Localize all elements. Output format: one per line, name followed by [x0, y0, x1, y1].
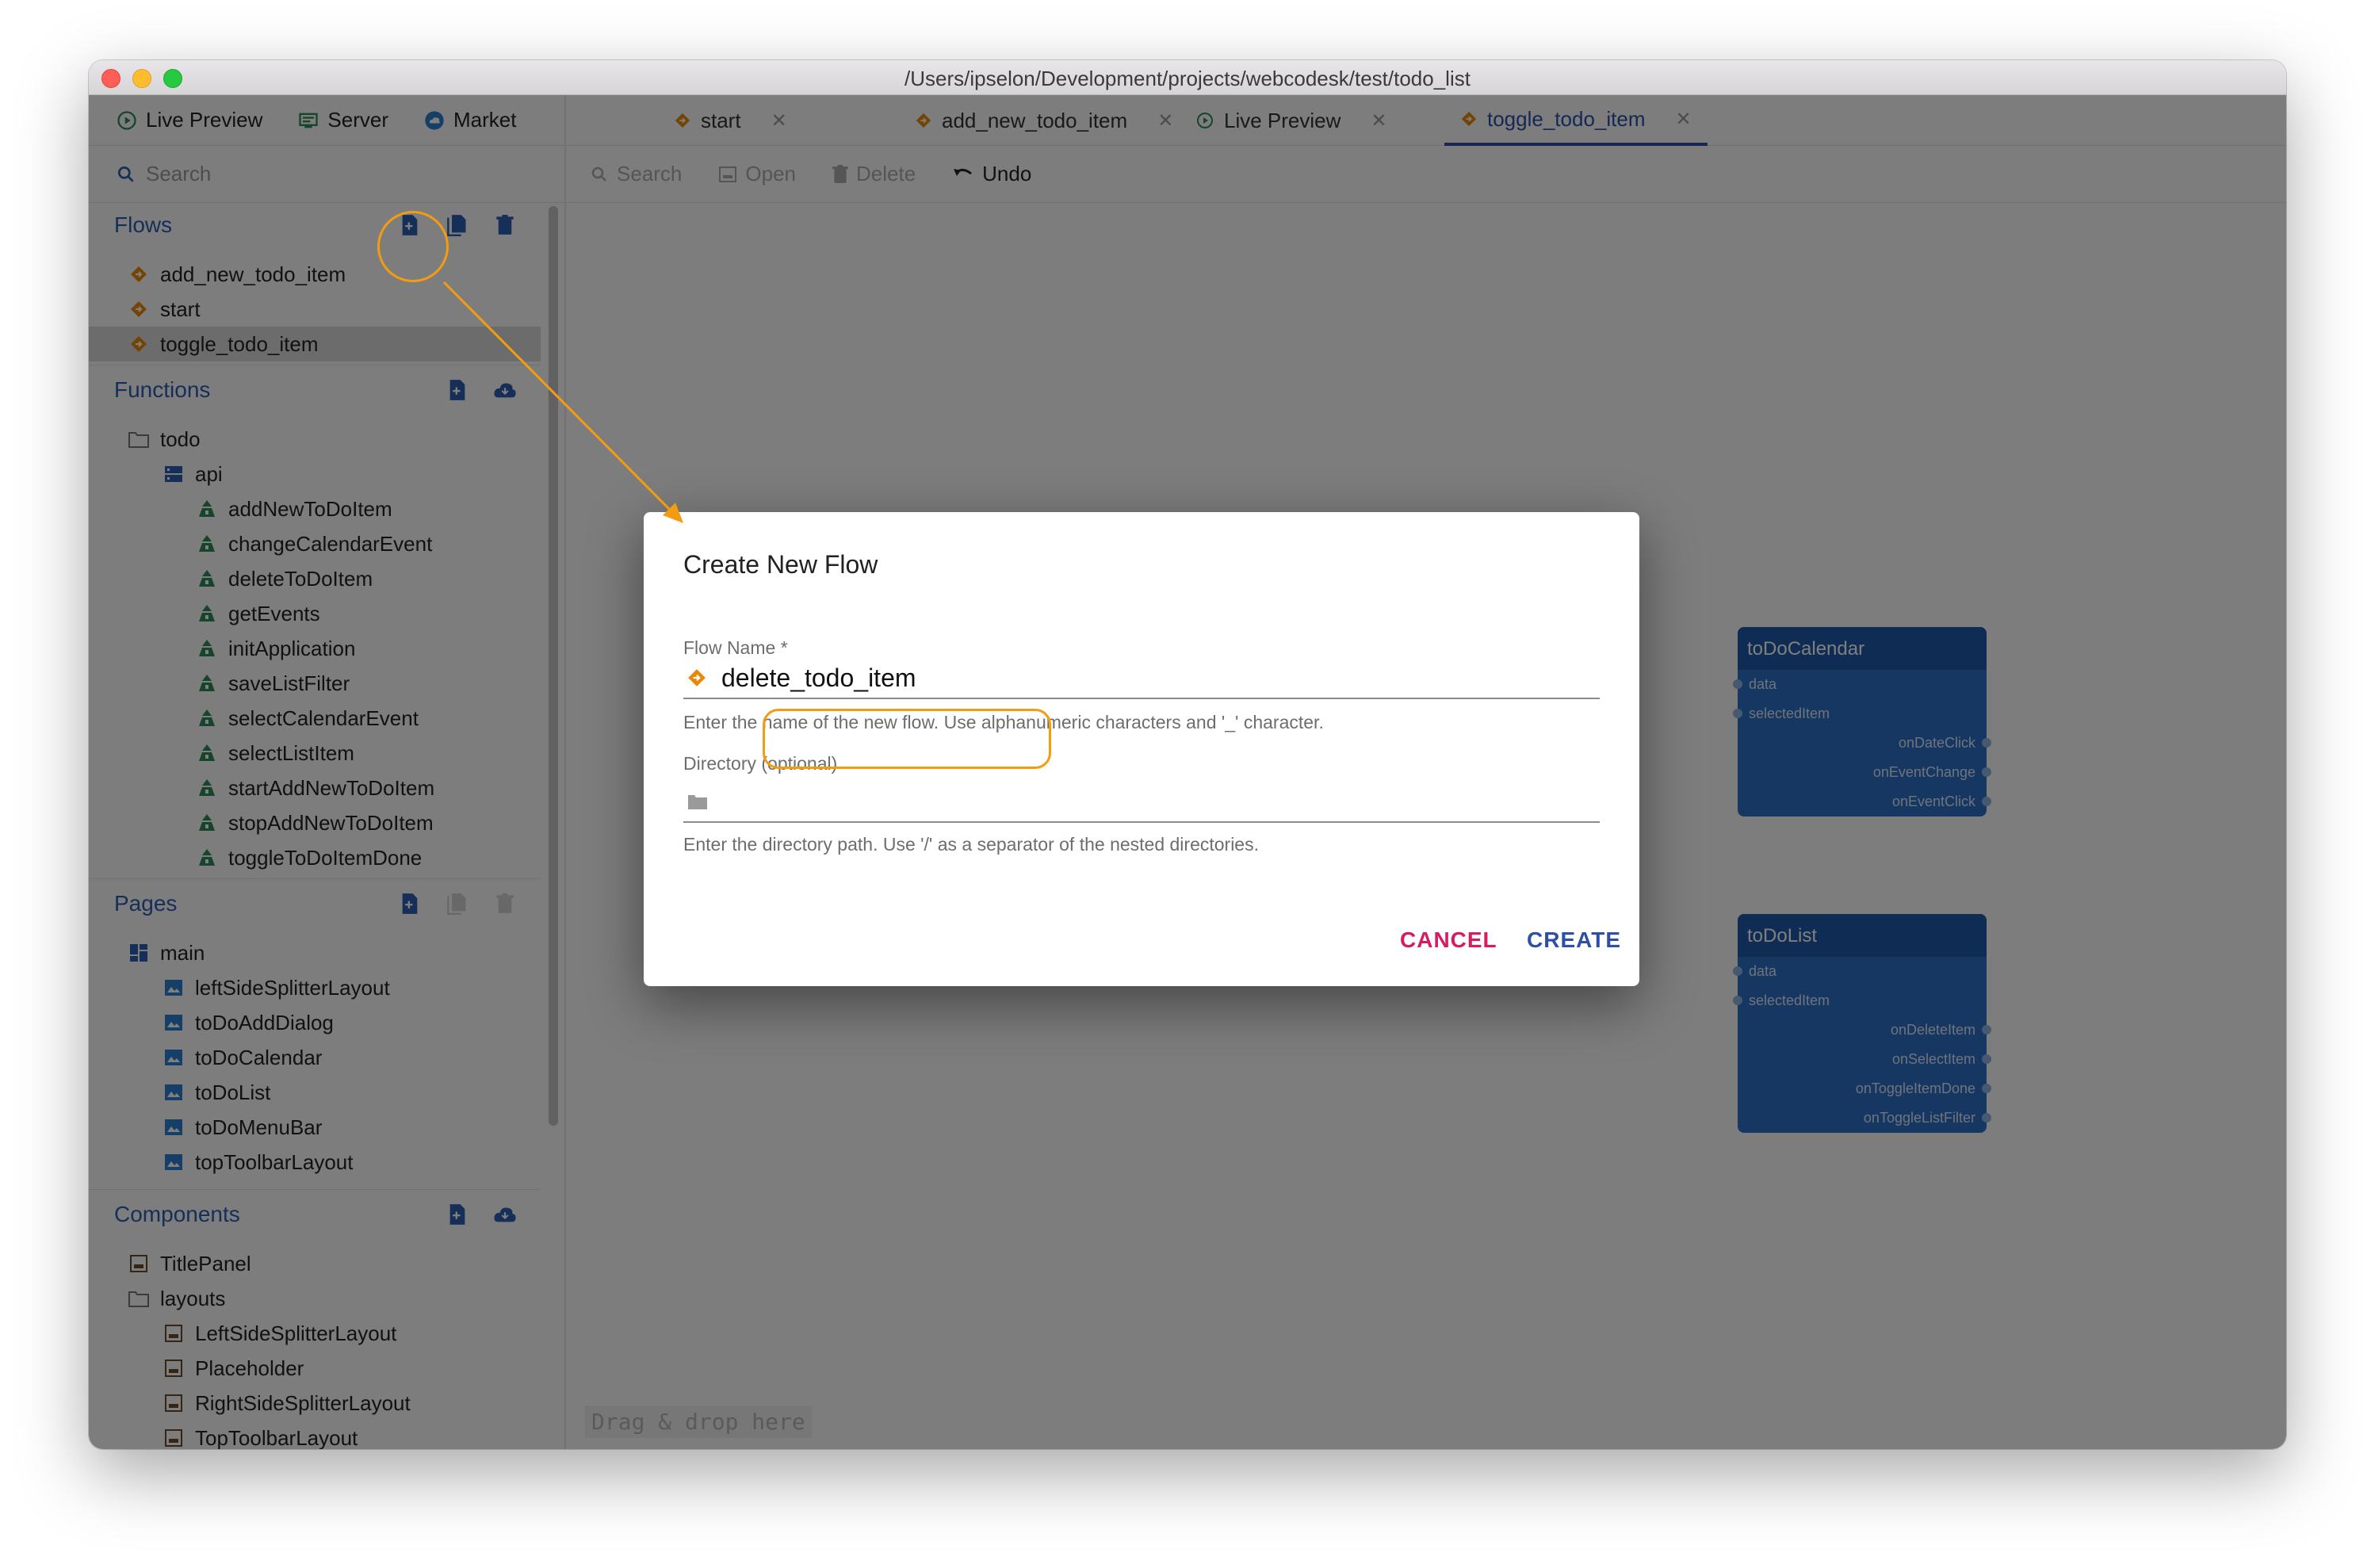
flow-name-label: Flow Name * — [683, 637, 788, 658]
directory-input[interactable] — [723, 786, 1516, 817]
flow-name-field[interactable] — [683, 658, 1600, 699]
title-bar: /Users/ipselon/Development/projects/webc… — [89, 60, 2286, 95]
folder-icon — [688, 795, 707, 809]
cancel-button[interactable]: CANCEL — [1400, 927, 1497, 953]
annotation-circle — [377, 211, 449, 282]
flow-icon — [688, 669, 706, 686]
window-title: /Users/ipselon/Development/projects/webc… — [904, 67, 1471, 90]
directory-field[interactable] — [683, 782, 1600, 823]
create-button[interactable]: CREATE — [1527, 927, 1621, 953]
dialog-title: Create New Flow — [683, 550, 878, 579]
directory-helper: Enter the directory path. Use '/' as a s… — [683, 834, 1259, 855]
flow-name-input[interactable] — [721, 663, 1514, 693]
annotation-highlight — [763, 709, 1051, 769]
